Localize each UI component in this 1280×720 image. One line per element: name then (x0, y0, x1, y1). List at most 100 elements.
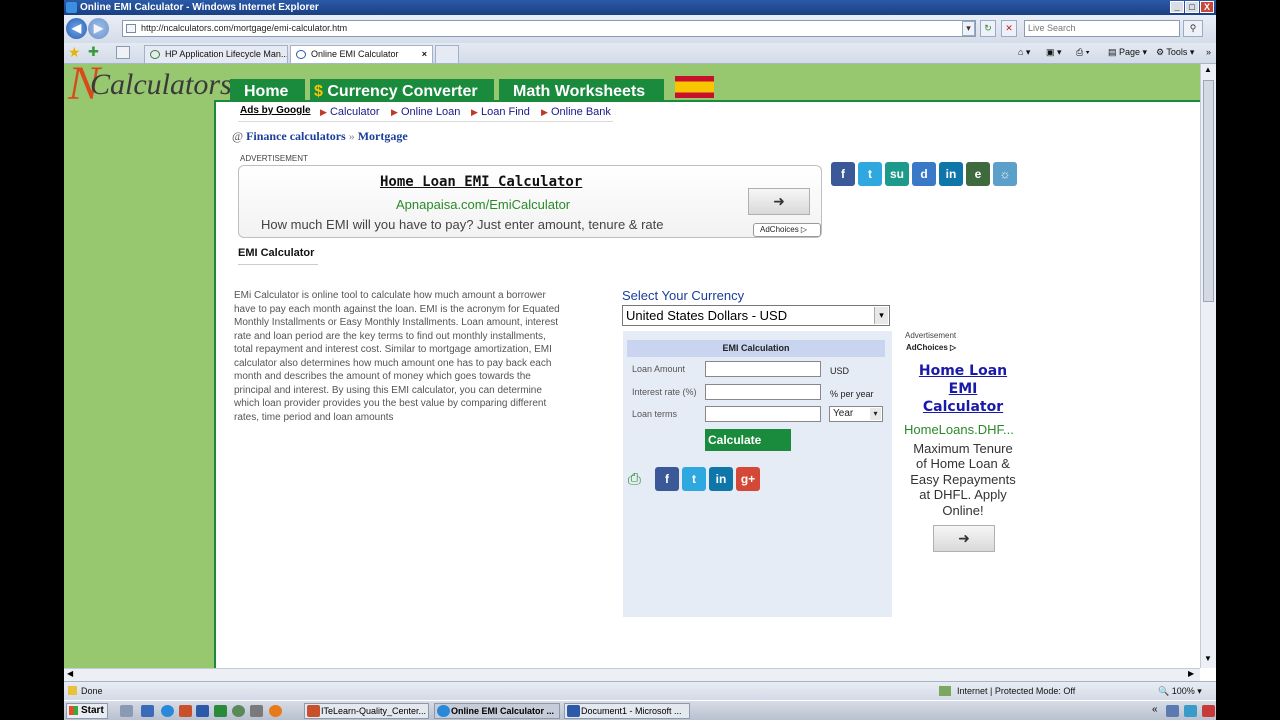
ad-url[interactable]: Apnapaisa.com/EmiCalculator (396, 197, 570, 212)
tab-online-emi-calculator[interactable]: Online EMI Calculator × (290, 45, 433, 63)
ad2-title-line: Calculator (922, 399, 1004, 415)
excel-icon[interactable] (214, 705, 227, 717)
show-desktop-icon[interactable] (120, 705, 133, 717)
terms-dropdown-icon[interactable]: ▾ (870, 408, 881, 420)
ad2-url[interactable]: HomeLoans.DHF... (904, 422, 1014, 437)
triangle-icon: ▶ (391, 107, 398, 117)
adchoices-badge[interactable]: AdChoices ▷ (753, 223, 821, 237)
word-icon[interactable] (196, 705, 209, 717)
app-icon[interactable] (250, 705, 263, 717)
stop-icon[interactable]: ✕ (1001, 20, 1017, 37)
ad-title[interactable]: Home Loan EMI Calculator (380, 174, 582, 190)
favorites-star-icon[interactable]: ★ (68, 44, 81, 61)
taskbar-item-emi-calculator[interactable]: Online EMI Calculator ... (434, 703, 560, 719)
zoom-level[interactable]: 🔍 100% ▾ (1158, 682, 1202, 700)
currency-select[interactable]: United States Dollars - USD ▾ (622, 305, 890, 326)
nav-home[interactable]: Home (230, 79, 305, 102)
loan-amount-input[interactable] (705, 361, 821, 377)
tray-expand-icon[interactable]: « (1152, 704, 1158, 715)
status-zone-icon (939, 686, 951, 696)
address-input[interactable]: http://ncalculators.com/mortgage/emi-cal… (122, 20, 976, 37)
twitter-icon[interactable]: t (858, 162, 882, 186)
interest-rate-input[interactable] (705, 384, 821, 400)
search-icon[interactable]: ⚲ (1183, 20, 1203, 37)
forward-icon[interactable]: ▶ (88, 18, 109, 39)
nav-currency-converter[interactable]: $ Currency Converter (310, 79, 494, 102)
taskbar-item-document1[interactable]: Document1 - Microsoft ... (564, 703, 690, 719)
search-input[interactable]: Live Search (1024, 20, 1180, 37)
tab-hp-application[interactable]: HP Application Lifecycle Man... (144, 45, 288, 63)
window-title: Online EMI Calculator - Windows Internet… (80, 2, 319, 13)
horizontal-scrollbar[interactable]: ◀ ▶ (64, 668, 1200, 681)
tray-network-icon[interactable] (1166, 705, 1179, 717)
subnav-calculator[interactable]: ▶ Calculator (320, 106, 380, 118)
linkedin-icon[interactable]: in (939, 162, 963, 186)
loan-terms-select[interactable]: Year ▾ (829, 406, 883, 422)
bookmark-icon[interactable]: ☼ (993, 162, 1017, 186)
calculate-button[interactable]: Calculate (705, 429, 791, 451)
start-label: Start (81, 705, 104, 716)
firefox-icon[interactable] (269, 705, 282, 717)
ie-icon (437, 705, 450, 717)
description-line: EMi Calculator is online tool to calcula… (234, 290, 546, 301)
spain-flag-icon[interactable] (675, 76, 714, 98)
vertical-scrollbar[interactable]: ▲ ▼ (1200, 64, 1216, 668)
ad-banner[interactable]: Home Loan EMI Calculator Apnapaisa.com/E… (238, 165, 822, 238)
back-icon[interactable]: ◀ (66, 18, 87, 39)
delicious-icon[interactable]: d (912, 162, 936, 186)
advertisement-label: ADVERTISEMENT (240, 154, 308, 163)
nav-math-worksheets[interactable]: Math Worksheets (499, 79, 664, 102)
description-line: principal and interest. By using this EM… (234, 384, 542, 396)
loan-terms-input[interactable] (705, 406, 821, 422)
subnav-online-bank[interactable]: ▶ Online Bank (541, 106, 611, 118)
powerpoint-icon[interactable] (179, 705, 192, 717)
minimize-button[interactable]: _ (1170, 1, 1184, 13)
ie-quicklaunch-icon[interactable] (161, 705, 174, 717)
twitter-icon[interactable]: t (682, 467, 706, 491)
close-button[interactable]: X (1200, 1, 1214, 13)
tab-close-icon[interactable]: × (422, 46, 427, 63)
ads-by-google[interactable]: Ads by Google (240, 105, 311, 116)
refresh-icon[interactable]: ↻ (980, 20, 996, 37)
facebook-icon[interactable]: f (655, 467, 679, 491)
scroll-left-icon[interactable]: ◀ (67, 669, 73, 678)
address-dropdown-icon[interactable]: ▾ (962, 21, 975, 36)
new-tab-button[interactable] (435, 45, 459, 63)
quick-tabs-icon[interactable] (116, 46, 130, 59)
print-icon[interactable]: ⎙ (628, 471, 650, 489)
page-menu[interactable]: ▤ Page ▾ (1108, 47, 1147, 58)
subnav-loan-find[interactable]: ▶ Loan Find (471, 106, 530, 118)
evernote-icon[interactable]: e (966, 162, 990, 186)
scroll-up-icon[interactable]: ▲ (1204, 65, 1212, 74)
windows-logo-icon (69, 706, 78, 715)
tray-app-icon[interactable] (1184, 705, 1197, 717)
ad2-adchoices[interactable]: AdChoices ▷ (906, 343, 956, 352)
breadcrumb-mortgage[interactable]: Mortgage (358, 129, 408, 143)
taskbar-item-itelearn[interactable]: ITeLearn-Quality_Center... (304, 703, 429, 719)
toolbar-overflow-icon[interactable]: » (1206, 47, 1211, 57)
linkedin-icon[interactable]: in (709, 467, 733, 491)
search-quicklaunch-icon[interactable] (232, 705, 245, 717)
currency-dropdown-icon[interactable]: ▾ (874, 307, 888, 324)
home-icon[interactable]: ⌂ ▾ (1018, 47, 1030, 58)
stumbleupon-icon[interactable]: su (885, 162, 909, 186)
ad2-title[interactable]: Home Loan EMI Calculator (898, 362, 1028, 416)
scroll-down-icon[interactable]: ▼ (1204, 654, 1212, 663)
ad-arrow-button[interactable]: ➜ (748, 188, 810, 215)
scroll-right-icon[interactable]: ▶ (1188, 669, 1194, 678)
tools-menu[interactable]: ⚙ Tools ▾ (1156, 47, 1194, 58)
facebook-icon[interactable]: f (831, 162, 855, 186)
explorer-icon[interactable] (141, 705, 154, 717)
start-button[interactable]: Start (66, 703, 108, 719)
tray-security-icon[interactable] (1202, 705, 1215, 717)
subnav-online-loan[interactable]: ▶ Online Loan (391, 106, 460, 118)
vertical-scroll-thumb[interactable] (1203, 80, 1214, 302)
print-icon[interactable]: ⎙ ▾ (1076, 47, 1089, 58)
subnav-label: Calculator (329, 106, 380, 118)
google-plus-icon[interactable]: g+ (736, 467, 760, 491)
maximize-button[interactable]: □ (1185, 1, 1199, 13)
breadcrumb-finance[interactable]: Finance calculators (246, 129, 346, 143)
add-favorites-icon[interactable]: ✚ (88, 44, 99, 60)
feeds-icon[interactable]: ▣ ▾ (1046, 47, 1062, 58)
ad2-arrow-button[interactable]: ➜ (933, 525, 995, 552)
